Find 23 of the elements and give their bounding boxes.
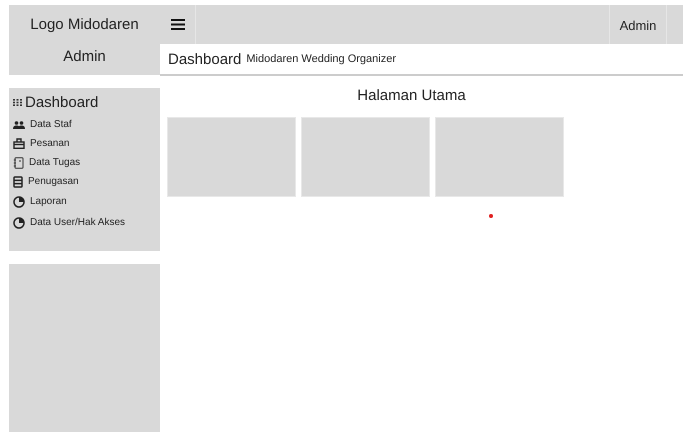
heading-text: Dashboard xyxy=(25,94,98,111)
sidebar-heading[interactable]: Dashboard xyxy=(13,94,156,111)
menu-icon[interactable] xyxy=(170,19,184,30)
menu-item[interactable]: Penugasan xyxy=(28,176,79,187)
list-icon xyxy=(13,176,23,188)
pie-chart-icon xyxy=(13,196,25,208)
marker-dot xyxy=(489,214,493,218)
role-label: Admin xyxy=(63,48,106,65)
logo-text: Logo Midodaren xyxy=(30,16,139,33)
main-heading: Halaman Utama xyxy=(356,87,467,104)
people-icon xyxy=(13,120,25,128)
menu-item[interactable]: Pesanan xyxy=(30,138,70,149)
grid-icon xyxy=(13,99,22,106)
menu-item[interactable]: Data Staf xyxy=(30,119,72,130)
page-title: Dashboard xyxy=(168,50,242,68)
page-subtitle: Midodaren Wedding Organizer xyxy=(246,53,396,65)
pie-chart-icon xyxy=(13,216,25,228)
user-menu[interactable]: Admin xyxy=(609,5,667,44)
notebook-icon xyxy=(13,156,24,168)
menu-item[interactable]: Data Tugas xyxy=(29,157,80,168)
menu-item[interactable]: Data User/Hak Akses xyxy=(30,217,126,228)
bag-icon xyxy=(13,138,25,149)
menu-item[interactable]: Laporan xyxy=(30,196,67,207)
